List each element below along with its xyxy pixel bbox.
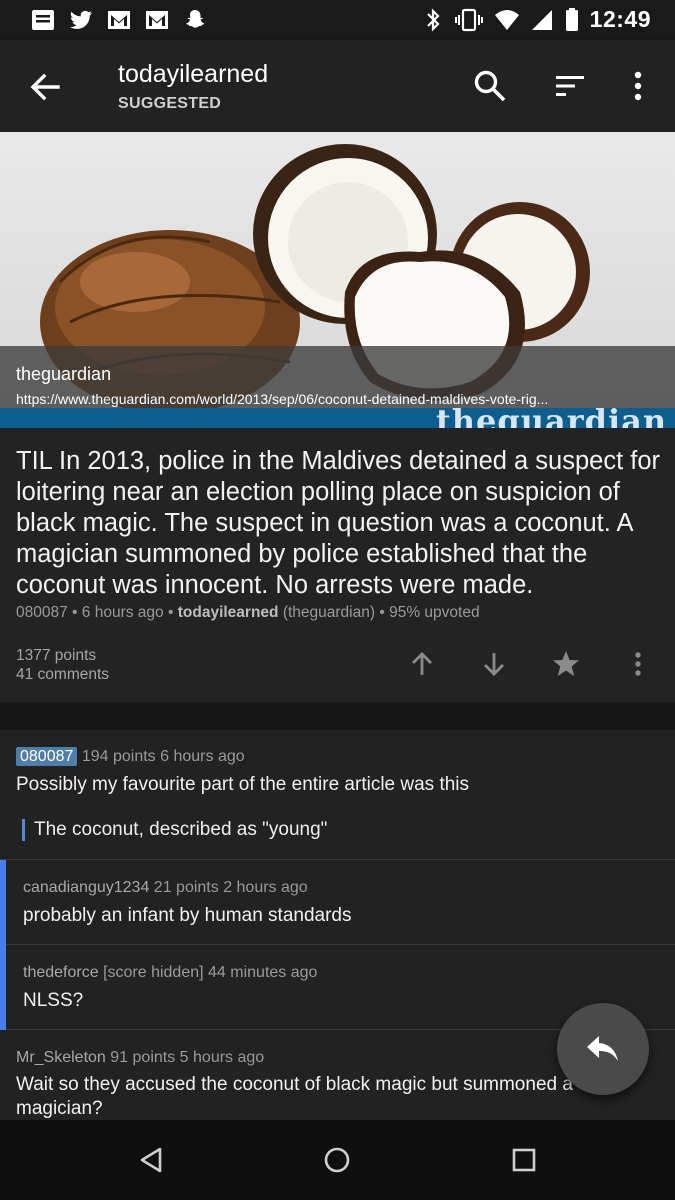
reply-icon — [587, 1036, 618, 1061]
wifi-icon — [494, 9, 519, 30]
sort-icon — [556, 76, 584, 96]
post-author[interactable]: 080087 — [16, 604, 68, 621]
page-subtitle: SUGGESTED — [118, 95, 222, 112]
nav-back-icon — [140, 1147, 162, 1173]
post-title[interactable]: TIL In 2013, police in the Maldives deta… — [16, 446, 666, 601]
comment-body: Possibly my favourite part of the entire… — [16, 774, 470, 795]
back-button[interactable] — [22, 64, 68, 110]
meta-separator: • — [167, 604, 174, 621]
comment-body: Wait so they accused the coconut of blac… — [16, 1074, 573, 1119]
comment-meta: thedeforce [score hidden] 44 minutes ago — [23, 964, 317, 982]
post-card: TIL In 2013, police in the Maldives deta… — [0, 428, 675, 702]
post-meta: 080087 • 6 hours ago • todayilearned (th… — [16, 604, 480, 622]
clock: 12:49 — [589, 6, 651, 32]
comment-age: 6 hours ago — [160, 748, 245, 765]
gmail-icon — [146, 11, 168, 29]
overflow-menu-icon — [635, 652, 641, 676]
post-stats: 1377 points 41 comments — [16, 646, 109, 684]
save-button[interactable] — [548, 646, 584, 682]
comment-author[interactable]: thedeforce — [23, 964, 99, 981]
post-points: 1377 points — [16, 647, 97, 664]
comment-score: 91 points — [110, 1049, 176, 1066]
nav-home-icon — [324, 1147, 350, 1173]
indent-bar — [0, 860, 6, 945]
page-title: todayilearned — [118, 60, 269, 88]
post-upvote-ratio: 95% upvoted — [389, 604, 480, 621]
star-icon — [553, 651, 579, 676]
meta-separator: • — [72, 604, 78, 621]
comment-author[interactable]: canadianguy1234 — [23, 879, 149, 896]
cell-signal-icon — [531, 9, 552, 30]
bluetooth-icon — [426, 7, 440, 32]
back-arrow-icon — [30, 73, 60, 101]
upvote-button[interactable] — [404, 646, 440, 682]
link-preview[interactable]: theguardian https://www.theguardian.com/… — [0, 132, 675, 428]
comment-meta: canadianguy1234 21 points 2 hours ago — [23, 879, 308, 897]
sort-button[interactable] — [546, 62, 594, 110]
comment-meta: 080087 194 points 6 hours ago — [16, 747, 245, 766]
system-nav-bar — [0, 1120, 675, 1200]
comment-score: [score hidden] — [103, 964, 204, 981]
post-age: 6 hours ago — [81, 604, 164, 621]
downvote-button[interactable] — [476, 646, 512, 682]
meta-separator: • — [379, 604, 385, 621]
upvote-arrow-icon — [412, 652, 432, 675]
comment-age: 44 minutes ago — [208, 964, 318, 981]
reply-button[interactable] — [557, 1003, 649, 1095]
nav-recents-icon — [512, 1148, 536, 1172]
comment-author[interactable]: Mr_Skeleton — [16, 1049, 106, 1066]
post-overflow-button[interactable] — [620, 646, 656, 682]
search-icon — [474, 70, 506, 102]
overflow-menu-button[interactable] — [614, 62, 662, 110]
link-source: theguardian — [16, 364, 112, 384]
twitter-icon — [70, 10, 92, 29]
comment-score: 21 points — [153, 879, 219, 896]
gmail-icon — [108, 11, 130, 29]
comment-quote: The coconut, described as "young" — [22, 819, 327, 841]
status-bar: 12:49 — [0, 0, 675, 40]
comment-meta: Mr_Skeleton 91 points 5 hours ago — [16, 1049, 264, 1067]
link-url: https://www.theguardian.com/world/2013/s… — [16, 391, 549, 407]
guardian-logo-text: theguardian — [436, 408, 668, 428]
nav-back-button[interactable] — [129, 1138, 173, 1182]
indent-bar — [0, 945, 6, 1030]
nav-recents-button[interactable] — [502, 1138, 546, 1182]
overflow-menu-icon — [634, 71, 642, 101]
comment-body: NLSS? — [23, 990, 84, 1011]
comment-age: 2 hours ago — [223, 879, 308, 896]
post-domain: (theguardian) — [282, 604, 376, 621]
comment[interactable]: canadianguy1234 21 points 2 hours ago pr… — [0, 860, 675, 945]
vibrate-icon — [454, 8, 483, 31]
comment-body: probably an infant by human standards — [23, 905, 352, 926]
comment-score: 194 points — [81, 748, 156, 765]
search-button[interactable] — [466, 62, 514, 110]
post-comment-count: 41 comments — [16, 666, 110, 683]
comment[interactable]: 080087 194 points 6 hours ago Possibly m… — [0, 730, 675, 860]
app-bar: todayilearned SUGGESTED — [0, 40, 675, 132]
post-subreddit[interactable]: todayilearned — [178, 604, 279, 621]
section-divider — [0, 702, 675, 730]
op-author-badge[interactable]: 080087 — [16, 747, 78, 766]
guardian-banner: theguardian — [0, 408, 675, 428]
nav-home-button[interactable] — [315, 1138, 359, 1182]
battery-icon — [565, 7, 578, 31]
inbox-icon — [32, 10, 54, 30]
snapchat-icon — [186, 10, 205, 28]
downvote-arrow-icon — [484, 653, 504, 676]
comment-age: 5 hours ago — [179, 1049, 265, 1066]
